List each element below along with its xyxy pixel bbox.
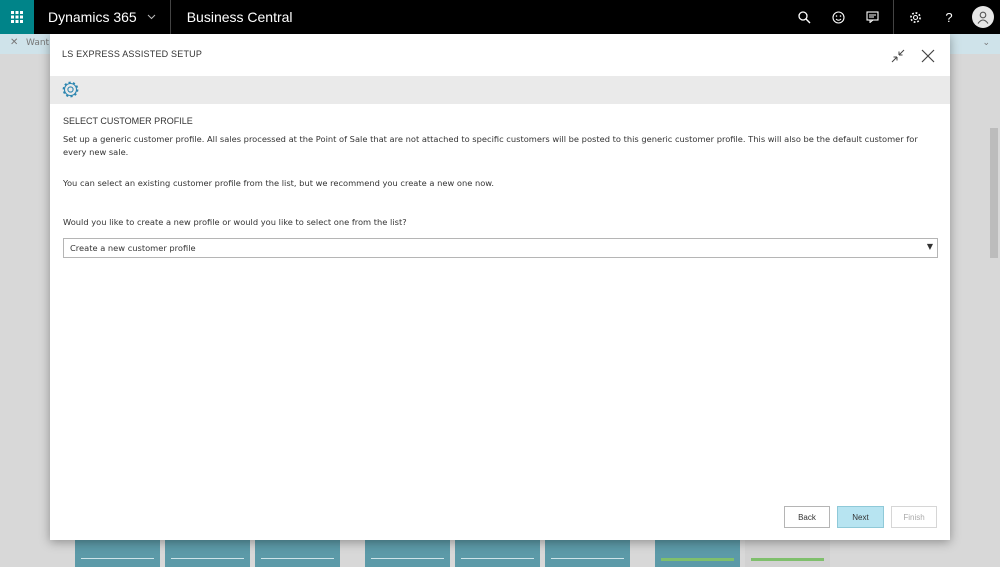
- user-icon: [977, 11, 989, 24]
- close-button[interactable]: [918, 46, 938, 66]
- dialog-title: LS EXPRESS ASSISTED SETUP: [62, 49, 203, 59]
- search-button[interactable]: [787, 0, 821, 34]
- description-text: Set up a generic customer profile. All s…: [63, 134, 918, 157]
- chat-icon: [865, 11, 879, 23]
- gear-icon: [62, 81, 79, 98]
- top-bar: Dynamics 365 Business Central ?: [0, 0, 1000, 34]
- notifications-button[interactable]: [855, 0, 889, 34]
- top-bar-actions: ?: [787, 0, 1000, 34]
- collapse-icon: [891, 49, 905, 63]
- chevron-down-icon[interactable]: ⌄: [982, 38, 990, 48]
- back-button[interactable]: Back: [784, 506, 830, 528]
- app-launcher-button[interactable]: [0, 0, 34, 34]
- waffle-icon: [11, 11, 23, 23]
- assisted-setup-dialog: LS EXPRESS ASSISTED SETUP SELECT CUSTOME…: [50, 34, 950, 540]
- smiley-icon: [831, 10, 845, 24]
- close-icon: [921, 49, 935, 63]
- collapse-button[interactable]: [888, 46, 908, 66]
- user-avatar-button[interactable]: [972, 6, 994, 28]
- product-switcher[interactable]: Dynamics 365: [34, 0, 170, 34]
- next-button[interactable]: Next: [837, 506, 884, 528]
- select-value: Create a new customer profile: [70, 243, 196, 253]
- recommendation-text: You can select an existing customer prof…: [63, 178, 494, 188]
- header-band: [50, 76, 950, 104]
- chevron-down-icon: [147, 12, 156, 23]
- notice-text: Want: [26, 38, 50, 48]
- settings-button[interactable]: [898, 0, 932, 34]
- feedback-button[interactable]: [821, 0, 855, 34]
- settings-icon: [909, 11, 921, 23]
- divider: [893, 0, 894, 34]
- finish-button[interactable]: Finish: [891, 506, 937, 528]
- close-icon[interactable]: ✕: [10, 37, 18, 48]
- help-button[interactable]: ?: [932, 0, 966, 34]
- question-text: Would you like to create a new profile o…: [63, 217, 407, 227]
- product-name: Dynamics 365: [48, 9, 137, 25]
- app-name: Business Central: [186, 9, 293, 25]
- section-title: SELECT CUSTOMER PROFILE: [63, 116, 193, 126]
- background-scrollbar[interactable]: [990, 128, 998, 258]
- customer-profile-select[interactable]: Create a new customer profile ▼: [63, 238, 938, 258]
- dropdown-arrow-icon: ▼: [926, 242, 933, 251]
- help-icon: ?: [945, 9, 953, 25]
- search-icon: [797, 10, 810, 23]
